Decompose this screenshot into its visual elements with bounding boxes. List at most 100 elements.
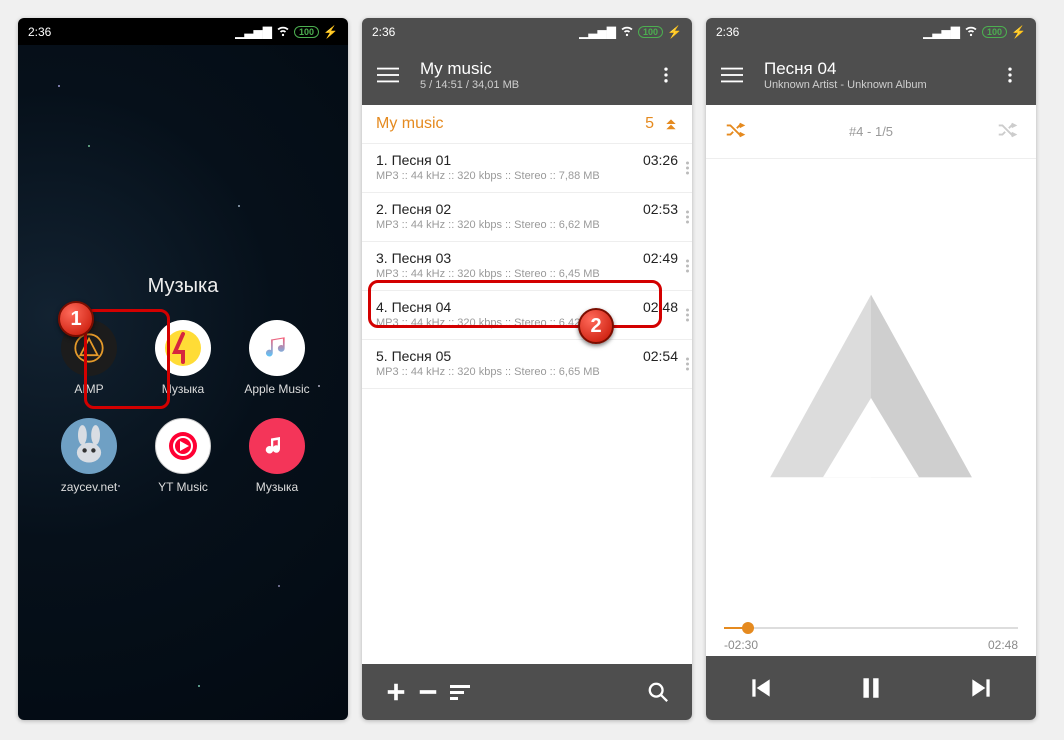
appbar-title-block: My music 5 / 14:51 / 34,01 MB <box>420 59 634 91</box>
appbar-subtitle: 5 / 14:51 / 34,01 MB <box>420 79 634 91</box>
wifi-icon <box>964 23 978 40</box>
home-screen: Музыка AIMP Музыка Apple Music <box>18 45 348 720</box>
app-bar: My music 5 / 14:51 / 34,01 MB <box>362 45 692 105</box>
phone-playlist: 2:36 ▁▃▅▇ 100 ⚡ My music 5 / 14:51 / 34,… <box>362 18 692 720</box>
app-music-generic[interactable]: Музыка <box>239 418 315 494</box>
battery-badge: 100 <box>294 26 319 38</box>
hamburger-icon[interactable] <box>712 55 752 95</box>
apple-music-icon <box>249 320 305 376</box>
seek-area: -02:30 02:48 <box>706 612 1036 656</box>
search-button[interactable] <box>642 676 674 708</box>
track-duration: 02:53 <box>643 201 678 217</box>
app-yandex-music[interactable]: Музыка <box>145 320 221 396</box>
app-grid: AIMP Музыка Apple Music zaycev.net <box>18 320 348 494</box>
status-right: ▁▃▅▇ 100 ⚡ <box>235 23 338 40</box>
add-button[interactable] <box>380 676 412 708</box>
track-meta: MP3 :: 44 kHz :: 320 kbps :: Stereo :: 6… <box>376 366 678 378</box>
repeat-button[interactable] <box>996 119 1018 144</box>
track-row[interactable]: 3. Песня 03 02:49 MP3 :: 44 kHz :: 320 kb… <box>362 242 692 291</box>
charging-icon: ⚡ <box>1011 25 1026 39</box>
yt-music-icon <box>155 418 211 474</box>
collapse-icon[interactable] <box>664 117 678 131</box>
callout-badge-2: 2 <box>578 308 614 344</box>
track-title: 5. Песня 05 <box>376 348 451 364</box>
track-menu-icon[interactable] <box>686 309 689 322</box>
track-menu-icon[interactable] <box>686 358 689 371</box>
charging-icon: ⚡ <box>667 25 682 39</box>
app-zaycev[interactable]: zaycev.net <box>51 418 127 494</box>
remove-button[interactable] <box>412 676 444 708</box>
status-bar: 2:36 ▁▃▅▇ 100 ⚡ <box>706 18 1036 45</box>
status-bar: 2:36 ▁▃▅▇ 100 ⚡ <box>18 18 348 45</box>
phone-home: 2:36 ▁▃▅▇ 100 ⚡ Музыка AIMP Музыка <box>18 18 348 720</box>
album-art-placeholder <box>706 159 1036 612</box>
prev-button[interactable] <box>741 668 781 708</box>
track-title: 4. Песня 04 <box>376 299 451 315</box>
status-time: 2:36 <box>372 25 395 39</box>
appbar-title-block: Песня 04 Unknown Artist - Unknown Album <box>764 59 978 91</box>
playlist-header[interactable]: My music 5 <box>362 105 692 144</box>
battery-badge: 100 <box>982 26 1007 38</box>
signal-icon: ▁▃▅▇ <box>923 25 960 39</box>
status-right: ▁▃▅▇ 100 ⚡ <box>579 23 682 40</box>
status-right: ▁▃▅▇ 100 ⚡ <box>923 23 1026 40</box>
track-row[interactable]: 4. Песня 04 02:48 MP3 :: 44 kHz :: 320 kb… <box>362 291 692 340</box>
track-meta: MP3 :: 44 kHz :: 320 kbps :: Stereo :: 6… <box>376 317 678 329</box>
now-playing-info: #4 - 1/5 <box>706 105 1036 159</box>
track-index: #4 - 1/5 <box>849 124 893 139</box>
playlist-name: My music <box>376 115 444 133</box>
status-bar: 2:36 ▁▃▅▇ 100 ⚡ <box>362 18 692 45</box>
track-row[interactable]: 2. Песня 0202:53 MP3 :: 44 kHz :: 320 kb… <box>362 193 692 242</box>
callout-badge-1: 1 <box>58 301 94 337</box>
track-list: 1. Песня 01 03:26 MP3 :: 44 kHz :: 320 kb… <box>362 144 692 664</box>
next-button[interactable] <box>961 668 1001 708</box>
app-apple-music[interactable]: Apple Music <box>239 320 315 396</box>
track-duration: 03:26 <box>643 152 678 168</box>
track-row[interactable]: 5. Песня 05 02:54 MP3 :: 44 kHz :: 320 kb… <box>362 340 692 389</box>
signal-icon: ▁▃▅▇ <box>579 25 616 39</box>
track-duration: 02:48 <box>643 299 678 315</box>
app-yt-music[interactable]: YT Music <box>145 418 221 494</box>
app-label: Apple Music <box>244 382 309 396</box>
more-icon[interactable] <box>646 55 686 95</box>
track-menu-icon[interactable] <box>686 211 689 224</box>
track-duration: 02:54 <box>643 348 678 364</box>
seek-bar[interactable] <box>724 622 1018 634</box>
nowplaying-subtitle: Unknown Artist - Unknown Album <box>764 79 978 91</box>
pause-button[interactable] <box>851 668 891 708</box>
track-meta: MP3 :: 44 kHz :: 320 kbps :: Stereo :: 6… <box>376 268 678 280</box>
track-meta: MP3 :: 44 kHz :: 320 kbps :: Stereo :: 6… <box>376 219 678 231</box>
app-label: YT Music <box>158 480 208 494</box>
status-time: 2:36 <box>28 25 51 39</box>
app-bar: Песня 04 Unknown Artist - Unknown Album <box>706 45 1036 105</box>
app-label: Музыка <box>162 382 204 396</box>
charging-icon: ⚡ <box>323 25 338 39</box>
total-time: 02:48 <box>988 638 1018 652</box>
hamburger-icon[interactable] <box>368 55 408 95</box>
status-time: 2:36 <box>716 25 739 39</box>
nowplaying-title: Песня 04 <box>764 59 978 79</box>
bottom-toolbar <box>362 664 692 720</box>
app-label: AIMP <box>74 382 103 396</box>
yandex-music-icon <box>155 320 211 376</box>
track-title: 3. Песня 03 <box>376 250 451 266</box>
elapsed-time: -02:30 <box>724 638 758 652</box>
zaycev-icon <box>61 418 117 474</box>
battery-badge: 100 <box>638 26 663 38</box>
track-menu-icon[interactable] <box>686 162 689 175</box>
wifi-icon <box>620 23 634 40</box>
shuffle-button[interactable] <box>724 119 746 144</box>
track-row[interactable]: 1. Песня 01 03:26 MP3 :: 44 kHz :: 320 kb… <box>362 144 692 193</box>
wifi-icon <box>276 23 290 40</box>
track-menu-icon[interactable] <box>686 260 689 273</box>
track-duration: 02:49 <box>643 250 678 266</box>
playlist-count: 5 <box>645 115 654 133</box>
track-title: 1. Песня 01 <box>376 152 451 168</box>
more-icon[interactable] <box>990 55 1030 95</box>
playback-controls <box>706 656 1036 720</box>
phone-nowplaying: 2:36 ▁▃▅▇ 100 ⚡ Песня 04 Unknown Artist … <box>706 18 1036 720</box>
music-icon <box>249 418 305 474</box>
folder-title: Музыка <box>18 275 348 298</box>
track-meta: MP3 :: 44 kHz :: 320 kbps :: Stereo :: 7… <box>376 170 678 182</box>
sort-button[interactable] <box>444 676 476 708</box>
